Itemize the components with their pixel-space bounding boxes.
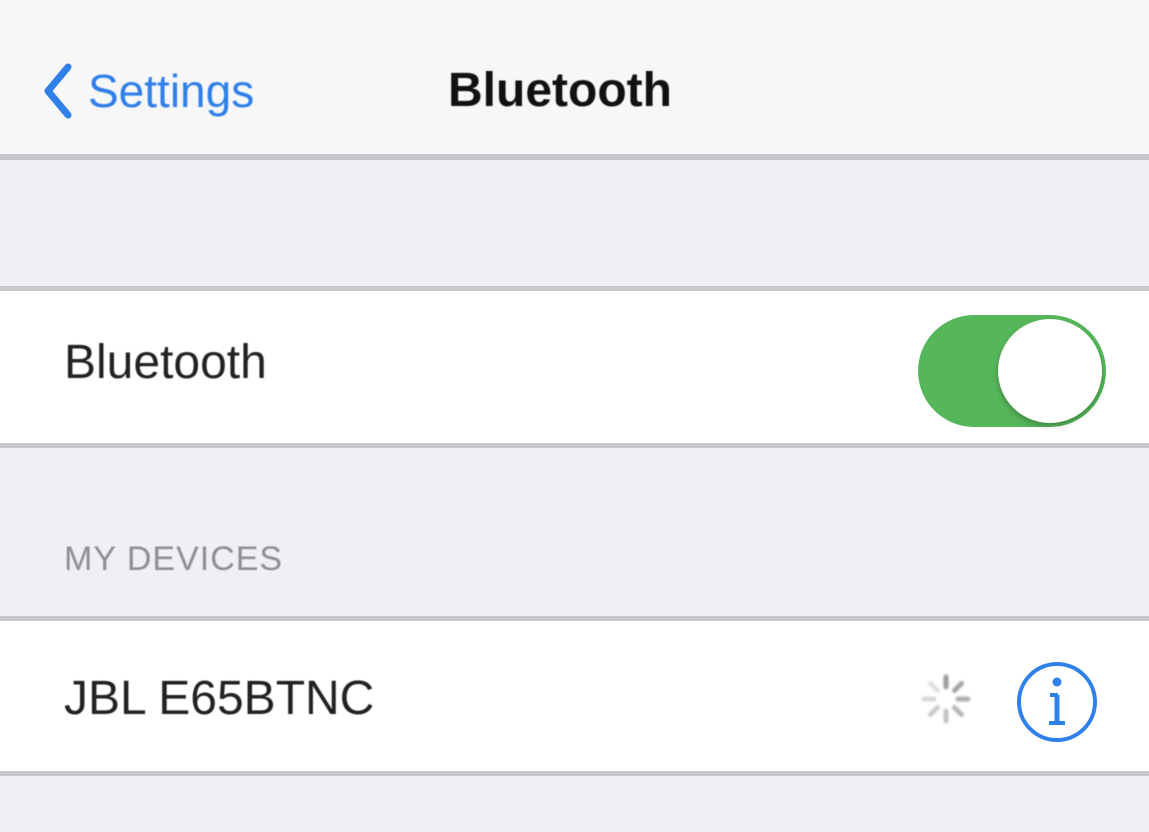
- bluetooth-label: Bluetooth: [64, 336, 267, 389]
- chevron-left-icon: [40, 61, 74, 121]
- back-label: Settings: [88, 65, 255, 117]
- spinner-icon: [918, 671, 974, 727]
- bluetooth-toggle-row: Bluetooth: [0, 286, 1149, 448]
- bluetooth-toggle[interactable]: [918, 315, 1106, 427]
- info-icon[interactable]: [1012, 657, 1102, 747]
- bluetooth-settings-screen: Settings Bluetooth Bluetooth MY DEVICES …: [0, 0, 1149, 832]
- list-item[interactable]: JBL E65BTNC: [0, 616, 1149, 776]
- bottom-spacer: [0, 776, 1149, 832]
- navigation-bar: Settings Bluetooth: [0, 0, 1149, 160]
- section-header-my-devices: MY DEVICES: [64, 540, 284, 578]
- page-title: Bluetooth: [448, 64, 672, 117]
- back-button[interactable]: Settings: [40, 56, 254, 126]
- device-name: JBL E65BTNC: [64, 672, 375, 725]
- toggle-knob: [998, 319, 1102, 423]
- section-spacer: [0, 160, 1149, 288]
